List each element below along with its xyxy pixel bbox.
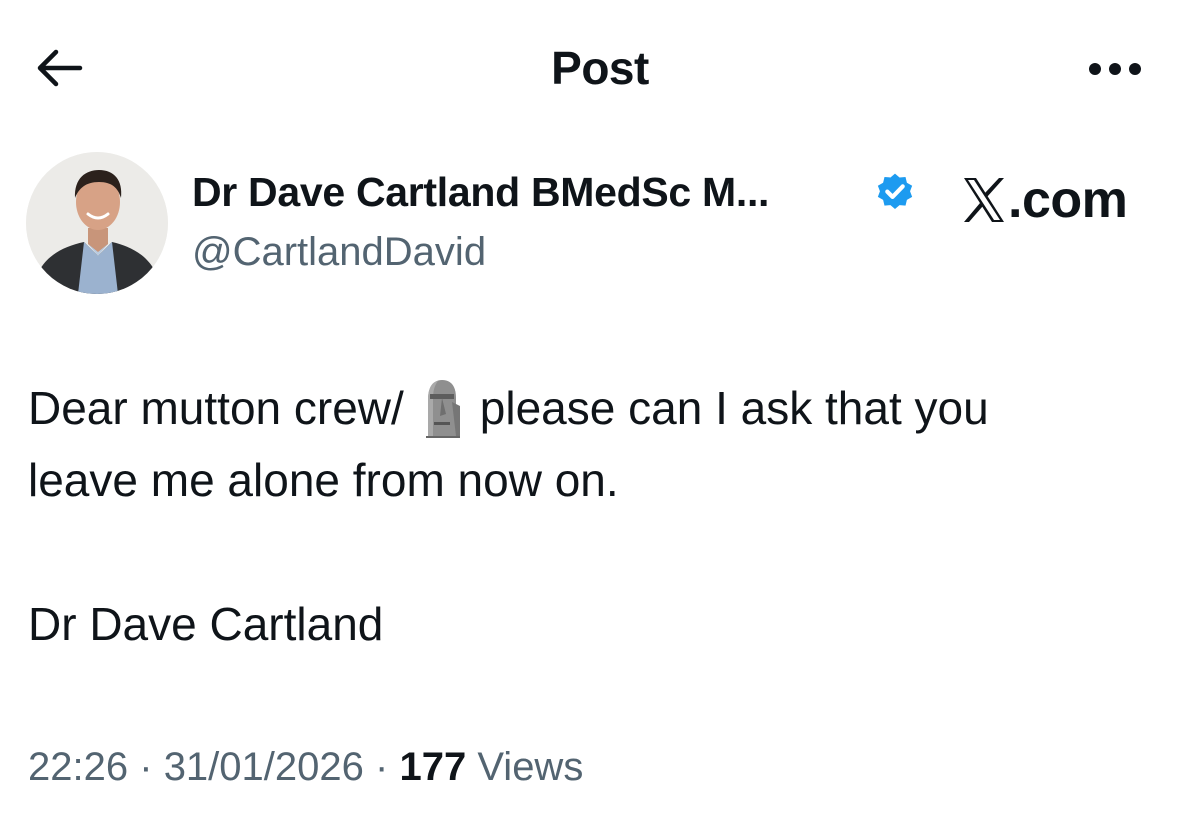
author-display-name[interactable]: Dr Dave Cartland BMedSc M... [192, 166, 769, 218]
meta-separator: · [375, 745, 389, 789]
views-label: Views [477, 745, 584, 789]
avatar[interactable] [26, 152, 168, 294]
x-logo-icon [964, 178, 1004, 222]
brand-text: .com [1008, 171, 1128, 229]
post-text: Dear mutton crew/ please can I ask that … [28, 372, 1178, 660]
verified-badge-icon [877, 173, 913, 209]
views-count[interactable]: 177 [399, 745, 466, 789]
post-text-segment: Dear mutton crew/ [28, 382, 404, 434]
author-handle[interactable]: @CartlandDavid [192, 227, 486, 277]
post-date[interactable]: 31/01/2026 [164, 745, 364, 789]
more-options-button[interactable] [1080, 44, 1150, 94]
page-title: Post [551, 42, 649, 94]
more-horizontal-icon [1089, 63, 1141, 75]
meta-separator: · [139, 745, 153, 789]
post-time[interactable]: 22:26 [28, 745, 128, 789]
brand-watermark: .com [962, 170, 1128, 230]
post-metadata: 22:26 · 31/01/2026 · 177 Views [28, 740, 583, 794]
post-line-2: leave me alone from now on. [28, 454, 619, 506]
post-line-1: Dear mutton crew/ please can I ask that … [28, 372, 1178, 444]
post-signature: Dr Dave Cartland [28, 598, 384, 650]
moai-emoji [425, 380, 460, 438]
post-text-segment: please can I ask that you [479, 382, 989, 434]
top-bar: Post [0, 0, 1200, 130]
